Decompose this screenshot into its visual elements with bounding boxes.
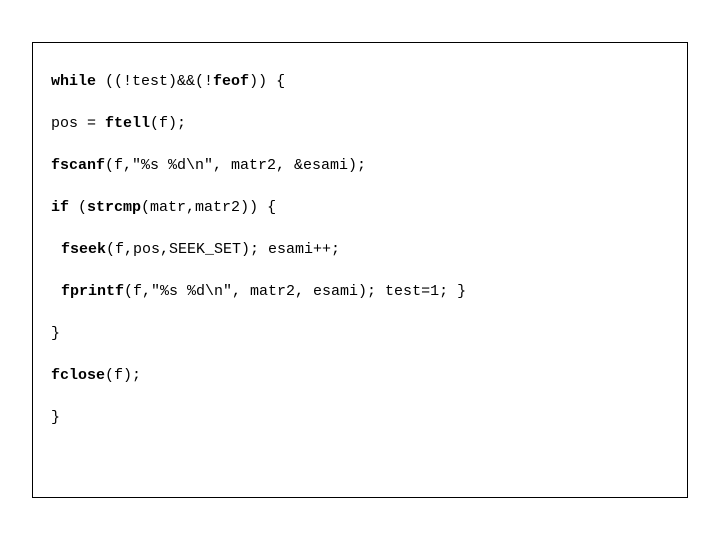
code-line-9: } (51, 409, 669, 427)
txt: pos = (51, 115, 105, 132)
kw-strcmp: strcmp (87, 199, 141, 216)
kw-ftell: ftell (105, 115, 150, 132)
txt: ( (69, 199, 87, 216)
code-line-2: pos = ftell(f); (51, 115, 669, 133)
kw-fprintf: fprintf (61, 283, 124, 300)
txt: (f); (150, 115, 186, 132)
kw-if: if (51, 199, 69, 216)
code-line-3: fscanf(f,"%s %d\n", matr2, &esami); (51, 157, 669, 175)
txt: )) { (249, 73, 285, 90)
code-line-6: fprintf(f,"%s %d\n", matr2, esami); test… (51, 283, 669, 301)
txt: (f,"%s %d\n", matr2, &esami); (105, 157, 366, 174)
code-line-5: fseek(f,pos,SEEK_SET); esami++; (51, 241, 669, 259)
code-line-4: if (strcmp(matr,matr2)) { (51, 199, 669, 217)
txt: ((!test)&&(! (96, 73, 213, 90)
txt: (f,"%s %d\n", matr2, esami); test=1; } (124, 283, 466, 300)
txt: } (51, 409, 60, 426)
kw-feof: feof (213, 73, 249, 90)
code-line-8: fclose(f); (51, 367, 669, 385)
txt: (f,pos,SEEK_SET); esami++; (106, 241, 340, 258)
kw-fscanf: fscanf (51, 157, 105, 174)
kw-fseek: fseek (61, 241, 106, 258)
kw-while: while (51, 73, 96, 90)
txt: (f); (105, 367, 141, 384)
code-box: while ((!test)&&(!feof)) { pos = ftell(f… (32, 42, 688, 498)
code-line-7: } (51, 325, 669, 343)
kw-fclose: fclose (51, 367, 105, 384)
txt: (matr,matr2)) { (141, 199, 276, 216)
code-line-1: while ((!test)&&(!feof)) { (51, 73, 669, 91)
txt: } (51, 325, 60, 342)
